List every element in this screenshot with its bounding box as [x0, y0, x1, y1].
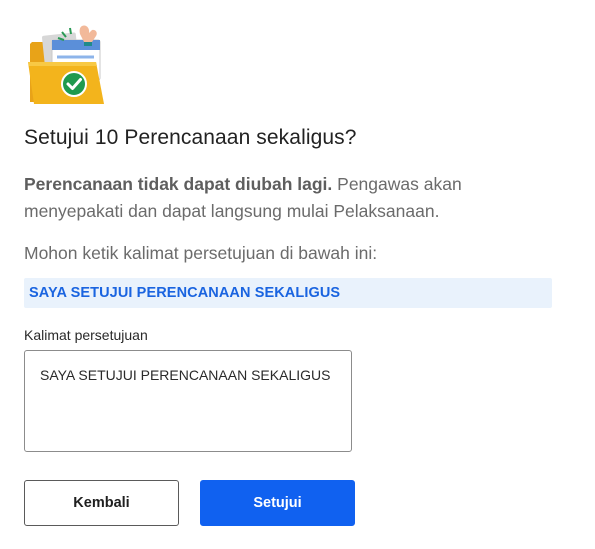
dialog-description: Perencanaan tidak dapat diubah lagi. Pen… — [24, 171, 564, 225]
confirmation-phrase: SAYA SETUJUI PERENCANAAN SEKALIGUS — [29, 285, 341, 301]
dialog-title: Setujui 10 Perencanaan sekaligus? — [24, 126, 357, 149]
confirmation-phrase-box: SAYA SETUJUI PERENCANAAN SEKALIGUS — [24, 278, 552, 308]
instruction-text: Mohon ketik kalimat persetujuan di bawah… — [24, 243, 378, 263]
folder-approval-icon — [26, 24, 106, 104]
approve-button[interactable]: Setujui — [200, 480, 355, 526]
back-button[interactable]: Kembali — [24, 480, 179, 526]
confirmation-input[interactable]: SAYA SETUJUI PERENCANAAN SEKALIGUS — [24, 350, 352, 452]
confirmation-field-label: Kalimat persetujuan — [24, 327, 148, 343]
description-emphasis: Perencanaan tidak dapat diubah lagi. — [24, 174, 333, 194]
